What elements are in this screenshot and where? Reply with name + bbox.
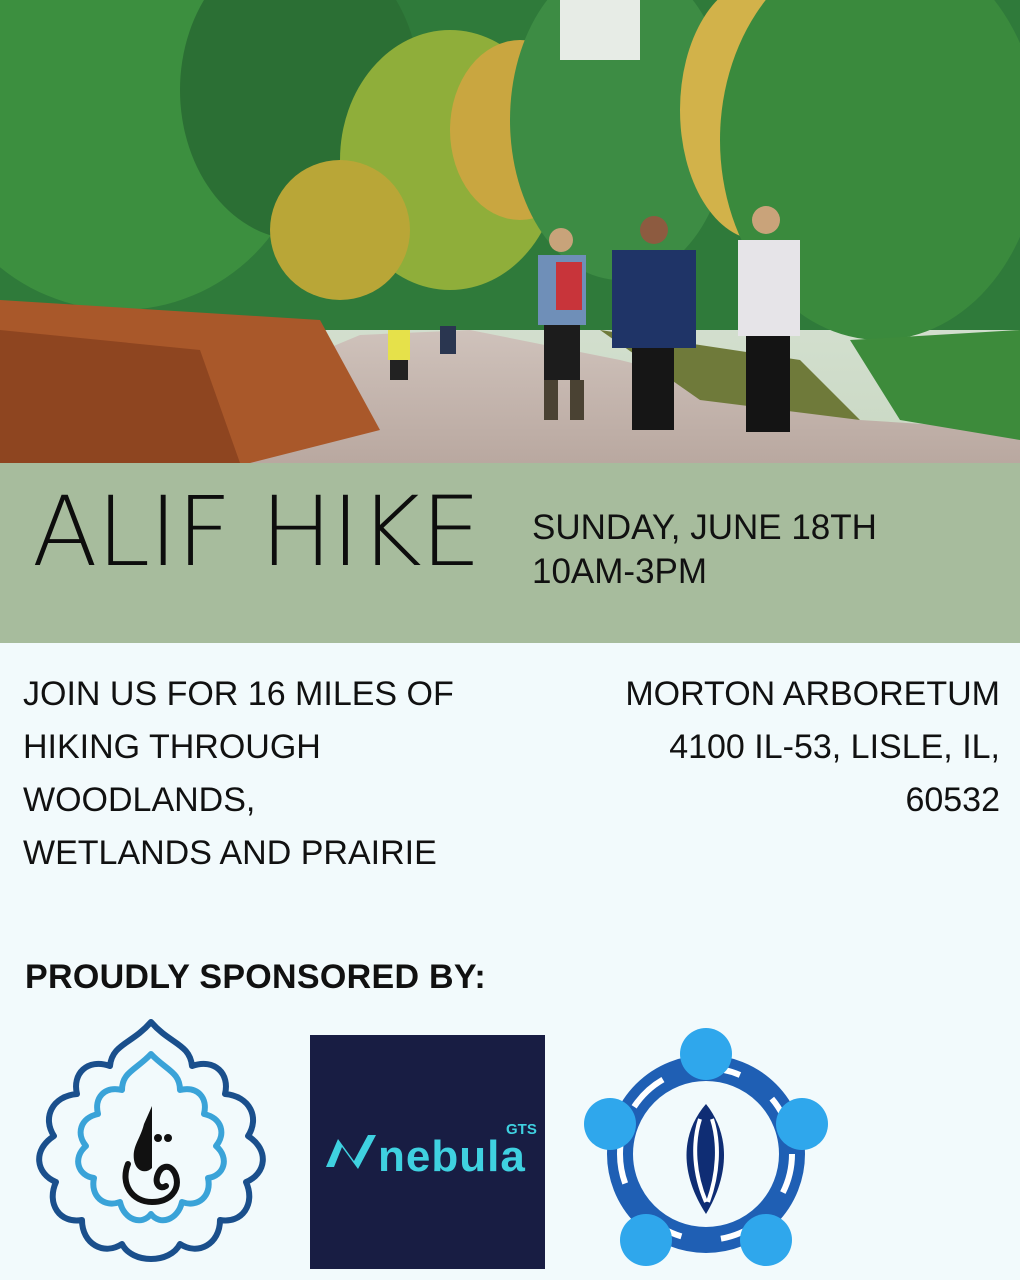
nebula-logo: nebula GTS: [310, 1035, 545, 1269]
forest-trail-illustration: [0, 0, 1020, 463]
nebula-wordmark: nebula: [378, 1132, 526, 1181]
community-circle-icon: [584, 1028, 828, 1266]
lotus-logo: [20, 1014, 282, 1270]
description-line: WETLANDS AND PRAIRIE: [23, 834, 437, 872]
nebula-suffix: GTS: [506, 1121, 537, 1138]
location-name: MORTON ARBORETUM: [625, 675, 1000, 713]
nebula-mark-icon: [326, 1135, 376, 1169]
sponsors-heading: PROUDLY SPONSORED BY:: [25, 958, 486, 996]
description-line: WOODLANDS,: [23, 781, 256, 819]
event-datetime: SUNDAY, JUNE 18TH 10AM-3PM: [532, 506, 877, 594]
location-zip: 60532: [905, 781, 1000, 819]
event-title: ALIF HIKE: [32, 476, 481, 588]
event-location: MORTON ARBORETUM 4100 IL-53, LISLE, IL, …: [560, 668, 1000, 827]
event-time: 10AM-3PM: [532, 552, 708, 591]
lotus-icon: [36, 1019, 266, 1262]
event-date: SUNDAY, JUNE 18TH: [532, 508, 877, 547]
community-circle-logo: [580, 1024, 832, 1272]
description-line: JOIN US FOR 16 MILES OF: [23, 675, 454, 713]
event-description: JOIN US FOR 16 MILES OF HIKING THROUGH W…: [23, 668, 543, 880]
location-address: 4100 IL-53, LISLE, IL,: [669, 728, 1000, 766]
hero-photo: [0, 0, 1020, 463]
description-line: HIKING THROUGH: [23, 728, 321, 766]
